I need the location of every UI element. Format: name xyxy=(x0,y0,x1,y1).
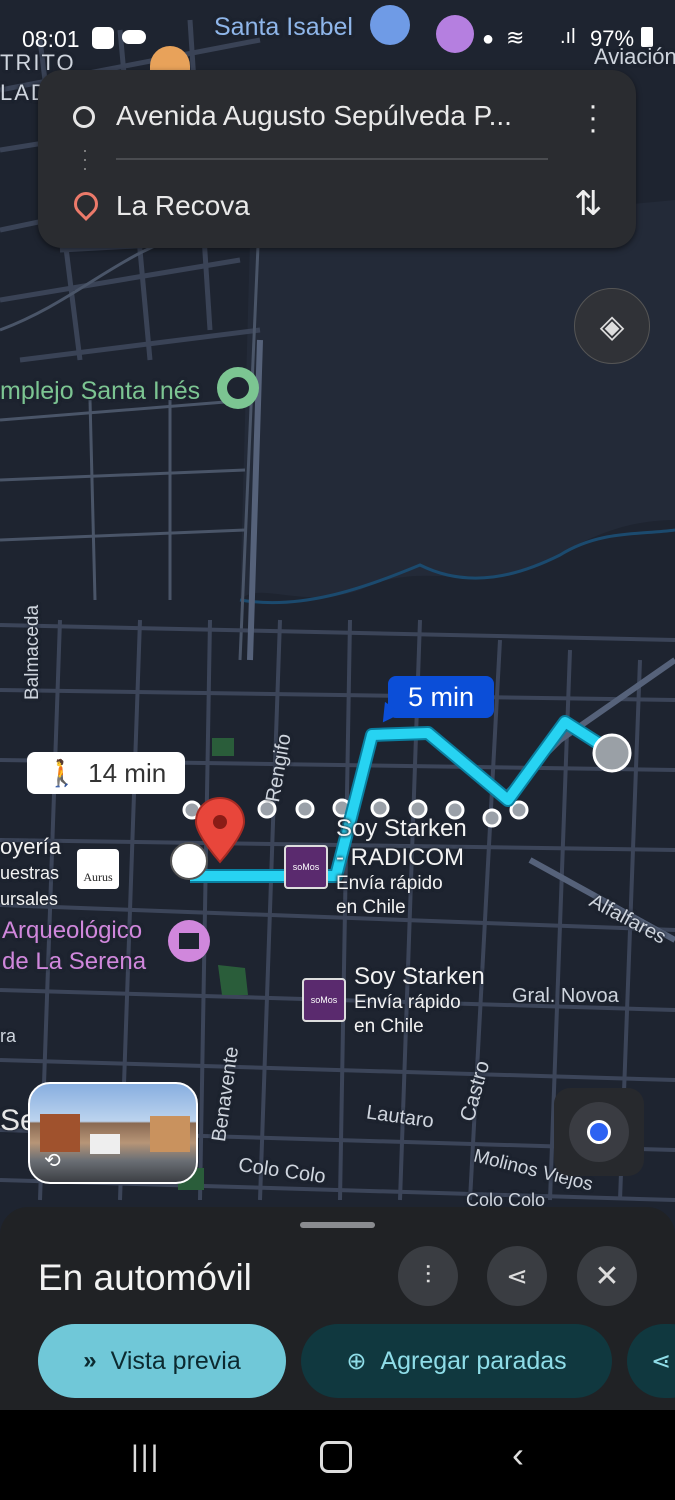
map-label-aviation: Aviación xyxy=(594,44,675,69)
my-location-dot-icon xyxy=(587,1120,611,1144)
my-location-button[interactable] xyxy=(554,1088,644,1176)
poi-starken-sub1: Envía rápido xyxy=(354,992,461,1013)
poi-starken-radicom-sub2: en Chile xyxy=(336,897,406,918)
route-card: Avenida Augusto Sepúlveda P... · · · · · · L… xyxy=(38,70,636,248)
street-view-rotate-icon: ⟲ xyxy=(44,1150,61,1172)
share-pill-icon: ⋖ xyxy=(651,1347,672,1375)
share-button[interactable]: ⋖ xyxy=(487,1246,547,1306)
sheet-drag-handle[interactable] xyxy=(300,1222,375,1228)
somos-logo-2[interactable]: soMos xyxy=(302,978,346,1022)
home-icon[interactable] xyxy=(320,1441,352,1473)
poi-joyeria-line2: uestras xyxy=(0,863,60,883)
bottom-sheet: En automóvil ⫶ ⋖ ✕ » Vista previa ⊕ Agre… xyxy=(0,1207,675,1410)
museum-pin-icon[interactable] xyxy=(168,920,210,962)
drive-time-badge[interactable]: 5 min xyxy=(388,676,494,718)
map-label-santa-isabel: Santa Isabel xyxy=(214,13,353,41)
poi-museum-line2: de La Serena xyxy=(2,948,147,975)
layers-add-icon: ◈ xyxy=(599,308,625,344)
cloud-icon xyxy=(122,30,146,44)
somos-logo-2-text: soMos xyxy=(310,995,338,1005)
more-options-icon[interactable]: · · · xyxy=(586,91,600,145)
layers-button[interactable]: ◈ xyxy=(574,288,650,364)
back-icon[interactable]: ‹ xyxy=(512,1434,524,1476)
preview-button[interactable]: » Vista previa xyxy=(38,1324,286,1398)
wifi-icon: ≋ xyxy=(506,25,525,50)
cinema-pin-icon[interactable] xyxy=(436,15,474,53)
signal-icon: .ıl xyxy=(560,26,576,48)
route-connector-dots: · · · xyxy=(82,140,88,178)
aurus-logo[interactable]: Aurus xyxy=(77,849,119,889)
swap-directions-icon[interactable]: ⇅ xyxy=(574,184,603,224)
map-label-balmaceda: Balmaceda xyxy=(22,604,43,700)
route-divider xyxy=(116,158,548,160)
sliders-icon: ⫶ xyxy=(424,1260,432,1290)
location-icon: ● xyxy=(482,28,495,50)
poi-starken-radicom-title2: - RADICOM xyxy=(336,844,464,871)
preview-label: Vista previa xyxy=(110,1346,241,1375)
aurus-logo-text: Aurus xyxy=(83,870,113,884)
add-location-icon: ⊕ xyxy=(346,1347,367,1375)
street-view-thumbnail[interactable]: ⟲ xyxy=(28,1082,198,1184)
recent-apps-icon[interactable]: ||| xyxy=(131,1440,160,1474)
close-icon: ✕ xyxy=(594,1259,620,1293)
share-icon: ⋖ xyxy=(506,1260,528,1291)
map-label-gral-novoa: Gral. Novoa xyxy=(512,985,619,1007)
poi-starken-radicom-sub1: Envía rápido xyxy=(336,873,443,894)
close-button[interactable]: ✕ xyxy=(577,1246,637,1306)
poi-joyeria-line3: ursales xyxy=(0,889,59,909)
somos-logo-1[interactable]: soMos xyxy=(284,845,328,889)
route-end-marker xyxy=(592,733,632,773)
map-label-ra: ra xyxy=(0,1026,17,1046)
cart-pin-icon[interactable] xyxy=(370,5,410,45)
add-stops-button[interactable]: ⊕ Agregar paradas xyxy=(301,1324,612,1398)
origin-field[interactable]: Avenida Augusto Sepúlveda P... xyxy=(116,100,512,132)
share-pill-button[interactable]: ⋖ xyxy=(627,1324,675,1398)
poi-starken-radicom-title1: Soy Starken xyxy=(336,815,467,842)
status-time: 08:01 xyxy=(22,26,80,52)
route-start-marker xyxy=(170,842,208,880)
stadium-pin-icon[interactable] xyxy=(217,367,259,409)
destination-field[interactable]: La Recova xyxy=(116,190,250,222)
destination-pin-outline-icon xyxy=(69,187,103,221)
route-options-button[interactable]: ⫶ xyxy=(398,1246,458,1306)
origin-circle-icon xyxy=(73,106,95,128)
phone-call-icon xyxy=(92,27,114,49)
system-nav-bar: ||| ‹ xyxy=(0,1410,675,1500)
poi-museum-line1: Arqueológico xyxy=(2,917,143,944)
poi-joyeria-line1: oyería xyxy=(0,834,62,859)
add-stops-label: Agregar paradas xyxy=(380,1346,567,1375)
walk-time-text: 14 min xyxy=(88,757,167,788)
walking-person-icon: 🚶 xyxy=(45,757,79,788)
poi-museum[interactable]: Arqueológico de La Serena xyxy=(2,915,146,977)
poi-starken-radicom[interactable]: Soy Starken - RADICOM Envía rápido en Ch… xyxy=(336,814,467,920)
drive-time-text: 5 min xyxy=(407,681,475,712)
poi-starken[interactable]: Soy Starken Envía rápido en Chile xyxy=(354,962,485,1039)
map-label-complejo: mplejo Santa Inés xyxy=(0,377,201,405)
poi-joyeria[interactable]: oyería uestras ursales xyxy=(0,834,61,912)
poi-starken-title: Soy Starken xyxy=(354,963,485,990)
double-chevron-icon: » xyxy=(83,1347,97,1374)
sheet-title: En automóvil xyxy=(38,1257,252,1298)
somos-logo-1-text: soMos xyxy=(292,862,320,872)
poi-starken-sub2: en Chile xyxy=(354,1016,424,1037)
walk-time-badge[interactable]: 🚶 14 min xyxy=(27,752,185,794)
